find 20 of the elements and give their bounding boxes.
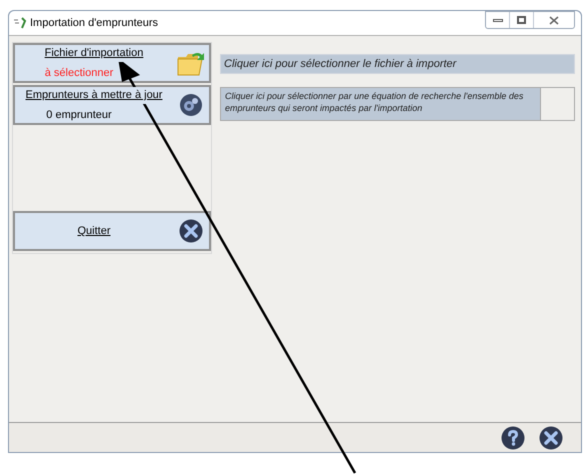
help-button[interactable] — [501, 426, 525, 450]
file-hint-bar[interactable]: Cliquer ici pour sélectionner le fichier à importer — [220, 54, 575, 74]
search-hint-bar[interactable]: Cliquer ici pour sélectionner par une équation de recherche l'ensemble des emprunteurs qui seront impactés par l'importation — [220, 87, 575, 121]
help-icon — [501, 426, 525, 450]
file-hint-text: Cliquer ici pour sélectionner le fichier à importer — [224, 56, 456, 72]
search-hint-text: Cliquer ici pour sélectionner par une équation de recherche l'ensemble des emprunteurs qui seront impactés par l'importation — [224, 90, 524, 115]
close-circle-icon — [179, 219, 203, 243]
window-title: Importation d'emprunteurs — [30, 16, 158, 31]
action-button[interactable]: Emprunteurs à mettre à jour 0 emprunteur — [13, 85, 211, 125]
close-dialog-button[interactable] — [539, 426, 563, 450]
action-button[interactable]: Fichier d'importation à sélectionner — [13, 43, 211, 83]
action-title: Emprunteurs à mettre à jour — [26, 87, 162, 104]
close-icon — [549, 16, 559, 24]
action-status: 0 emprunteur — [46, 108, 112, 122]
gears-icon — [179, 93, 203, 117]
quit-button[interactable]: Quitter — [13, 211, 211, 251]
close-circle-icon — [539, 426, 563, 450]
action-title: Fichier d'importation — [44, 45, 144, 62]
action-status: à sélectionner — [44, 66, 114, 80]
app-icon — [13, 17, 27, 29]
